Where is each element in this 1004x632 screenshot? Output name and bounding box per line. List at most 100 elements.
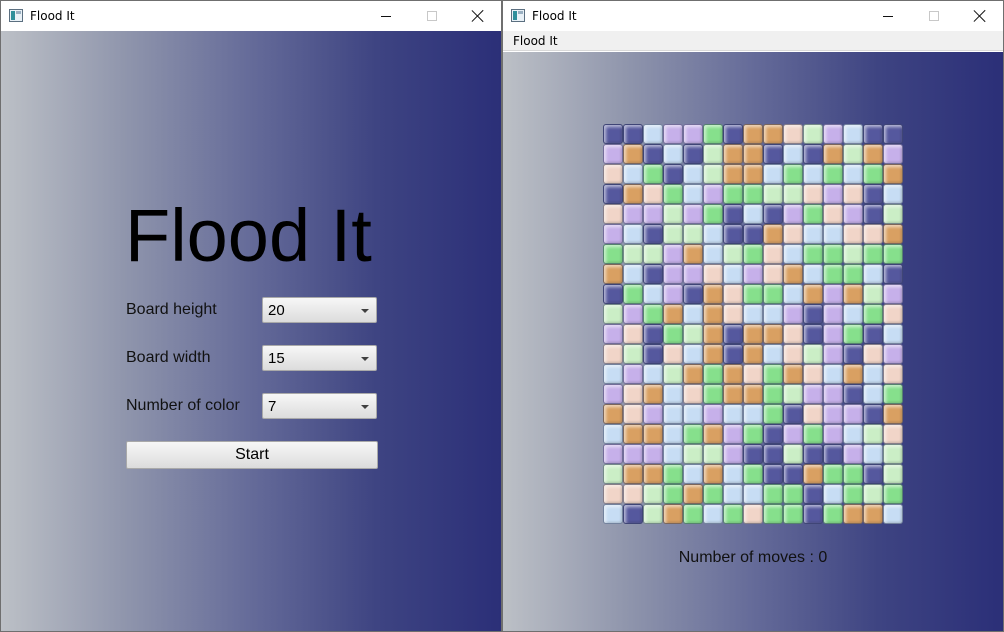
board-cell[interactable] [803,324,823,344]
board-cell[interactable] [843,184,863,204]
board-cell[interactable] [803,504,823,524]
board-cell[interactable] [643,464,663,484]
board-cell[interactable] [643,244,663,264]
board-cell[interactable] [763,384,783,404]
board-cell[interactable] [843,244,863,264]
board-cell[interactable] [843,484,863,504]
board-cell[interactable] [643,504,663,524]
board-cell[interactable] [843,284,863,304]
board-cell[interactable] [843,424,863,444]
board-cell[interactable] [823,444,843,464]
board-cell[interactable] [823,284,843,304]
board-cell[interactable] [823,464,843,484]
board-cell[interactable] [803,384,823,404]
board-cell[interactable] [683,244,703,264]
board-cell[interactable] [623,404,643,424]
board-cell[interactable] [723,424,743,444]
board-cell[interactable] [883,384,903,404]
board-cell[interactable] [763,504,783,524]
board-cell[interactable] [803,164,823,184]
board-cell[interactable] [703,244,723,264]
board-cell[interactable] [823,304,843,324]
board-cell[interactable] [823,344,843,364]
board-cell[interactable] [823,384,843,404]
board-cell[interactable] [723,364,743,384]
board-cell[interactable] [663,424,683,444]
board-cell[interactable] [823,144,843,164]
board-cell[interactable] [743,124,763,144]
board-cell[interactable] [823,424,843,444]
board-cell[interactable] [823,244,843,264]
board-cell[interactable] [623,424,643,444]
board-cell[interactable] [683,264,703,284]
board-cell[interactable] [663,504,683,524]
board-cell[interactable] [603,384,623,404]
board-cell[interactable] [623,144,643,164]
board-cell[interactable] [803,144,823,164]
board-cell[interactable] [763,324,783,344]
board-cell[interactable] [623,244,643,264]
board-cell[interactable] [763,124,783,144]
board-cell[interactable] [723,344,743,364]
board-cell[interactable] [823,164,843,184]
board-cell[interactable] [603,364,623,384]
board-cell[interactable] [663,444,683,464]
title-bar[interactable]: Flood It [503,1,1003,31]
board-cell[interactable] [603,324,623,344]
board-cell[interactable] [843,384,863,404]
board-cell[interactable] [743,404,763,424]
board-cell[interactable] [883,484,903,504]
board-cell[interactable] [603,304,623,324]
board-cell[interactable] [683,324,703,344]
board-cell[interactable] [883,144,903,164]
board-cell[interactable] [683,304,703,324]
board-cell[interactable] [883,364,903,384]
board-cell[interactable] [863,424,883,444]
board-cell[interactable] [703,424,723,444]
board-cell[interactable] [723,204,743,224]
board-cell[interactable] [603,264,623,284]
board-cell[interactable] [703,284,723,304]
board-cell[interactable] [683,344,703,364]
board-cell[interactable] [703,184,723,204]
board-cell[interactable] [883,324,903,344]
board-cell[interactable] [703,144,723,164]
board-cell[interactable] [643,184,663,204]
board-cell[interactable] [883,204,903,224]
board-cell[interactable] [683,404,703,424]
board-cell[interactable] [763,244,783,264]
board-cell[interactable] [743,344,763,364]
board-cell[interactable] [883,184,903,204]
board-cell[interactable] [683,184,703,204]
board-cell[interactable] [723,284,743,304]
board-cell[interactable] [843,324,863,344]
board-cell[interactable] [843,144,863,164]
board-cell[interactable] [843,364,863,384]
board-cell[interactable] [603,144,623,164]
board-cell[interactable] [703,304,723,324]
board-cell[interactable] [683,164,703,184]
board-cell[interactable] [723,504,743,524]
board-cell[interactable] [603,484,623,504]
board-cell[interactable] [763,484,783,504]
board-cell[interactable] [763,144,783,164]
board-cell[interactable] [663,244,683,264]
board-cell[interactable] [863,444,883,464]
board-cell[interactable] [683,424,703,444]
board-cell[interactable] [863,364,883,384]
board-cell[interactable] [603,424,623,444]
board-cell[interactable] [683,364,703,384]
board-cell[interactable] [783,364,803,384]
board-cell[interactable] [783,384,803,404]
start-button[interactable]: Start [126,441,378,469]
board-cell[interactable] [863,504,883,524]
board-cell[interactable] [603,204,623,224]
board-cell[interactable] [743,464,763,484]
board-cell[interactable] [703,324,723,344]
board-cell[interactable] [843,164,863,184]
board-cell[interactable] [623,384,643,404]
board-cell[interactable] [883,304,903,324]
board-cell[interactable] [603,124,623,144]
board-cell[interactable] [763,164,783,184]
minimize-button[interactable] [865,1,911,31]
